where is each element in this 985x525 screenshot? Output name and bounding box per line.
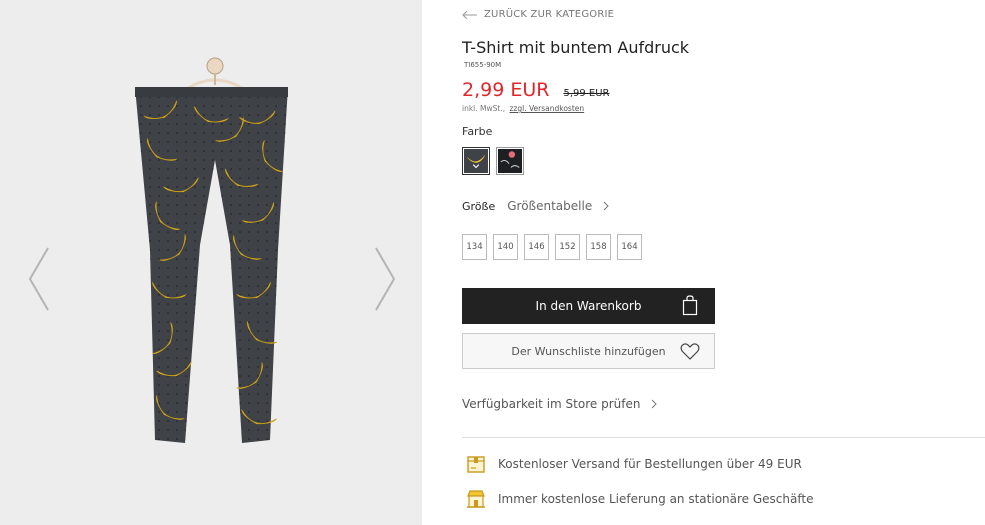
tax-text: inkl. MwSt.,	[462, 104, 506, 113]
chevron-right-icon[interactable]	[602, 200, 610, 212]
product-gallery	[0, 0, 422, 525]
back-link-label: ZURÜCK ZUR KATEGORIE	[484, 9, 615, 20]
size-option-164[interactable]: 164	[617, 234, 642, 260]
store-delivery-text: Immer kostenlose Lieferung an stationäre…	[498, 492, 814, 506]
product-sku: TI655-90M	[464, 61, 502, 69]
current-price: 2,99 EUR	[462, 79, 550, 101]
shopping-bag-icon	[682, 295, 698, 316]
size-option-140[interactable]: 140	[493, 234, 518, 260]
divider	[462, 437, 985, 438]
arrow-left-icon	[462, 10, 477, 19]
store-icon	[467, 490, 485, 508]
store-availability-label: Verfügbarkeit im Store prüfen	[462, 397, 641, 411]
add-to-cart-button[interactable]: In den Warenkorb	[462, 288, 715, 324]
add-to-wishlist-button[interactable]: Der Wunschliste hinzufügen	[462, 333, 715, 369]
add-to-wishlist-label: Der Wunschliste hinzufügen	[511, 344, 666, 358]
heart-icon	[680, 343, 700, 360]
delivery-box-icon	[467, 456, 485, 473]
tax-note: inkl. MwSt., zzgl. Versandkosten	[462, 104, 584, 113]
size-label: Größe	[462, 199, 496, 213]
free-shipping-text: Kostenloser Versand für Bestellungen übe…	[498, 457, 802, 471]
swatch-banana-print[interactable]	[462, 147, 490, 175]
size-option-134[interactable]: 134	[462, 234, 487, 260]
chevron-right-icon	[652, 399, 658, 409]
size-row: Größe Größentabelle	[462, 199, 610, 213]
size-option-152[interactable]: 152	[555, 234, 580, 260]
gallery-prev-arrow-icon[interactable]	[24, 244, 54, 314]
shipping-costs-link[interactable]: zzgl. Versandkosten	[510, 104, 585, 113]
product-image	[135, 57, 288, 443]
price-row: 2,99 EUR 5,99 EUR	[462, 79, 610, 101]
product-title: T-Shirt mit buntem Aufdruck	[462, 38, 690, 57]
color-swatches	[462, 147, 524, 175]
back-to-category-link[interactable]: ZURÜCK ZUR KATEGORIE	[462, 9, 614, 20]
product-details: ZURÜCK ZUR KATEGORIE T-Shirt mit buntem …	[462, 0, 985, 525]
size-options: 134 140 146 152 158 164	[462, 234, 642, 260]
store-availability-link[interactable]: Verfügbarkeit im Store prüfen	[462, 397, 658, 411]
size-option-158[interactable]: 158	[586, 234, 611, 260]
add-to-cart-label: In den Warenkorb	[535, 299, 642, 313]
size-table-link[interactable]: Größentabelle	[507, 199, 592, 213]
free-shipping-info: Kostenloser Versand für Bestellungen übe…	[466, 454, 802, 474]
gallery-next-arrow-icon[interactable]	[370, 244, 400, 314]
color-label: Farbe	[462, 125, 493, 138]
swatch-black-print[interactable]	[496, 147, 524, 175]
old-price: 5,99 EUR	[563, 88, 610, 99]
store-delivery-info: Immer kostenlose Lieferung an stationäre…	[466, 489, 813, 509]
size-option-146[interactable]: 146	[524, 234, 549, 260]
